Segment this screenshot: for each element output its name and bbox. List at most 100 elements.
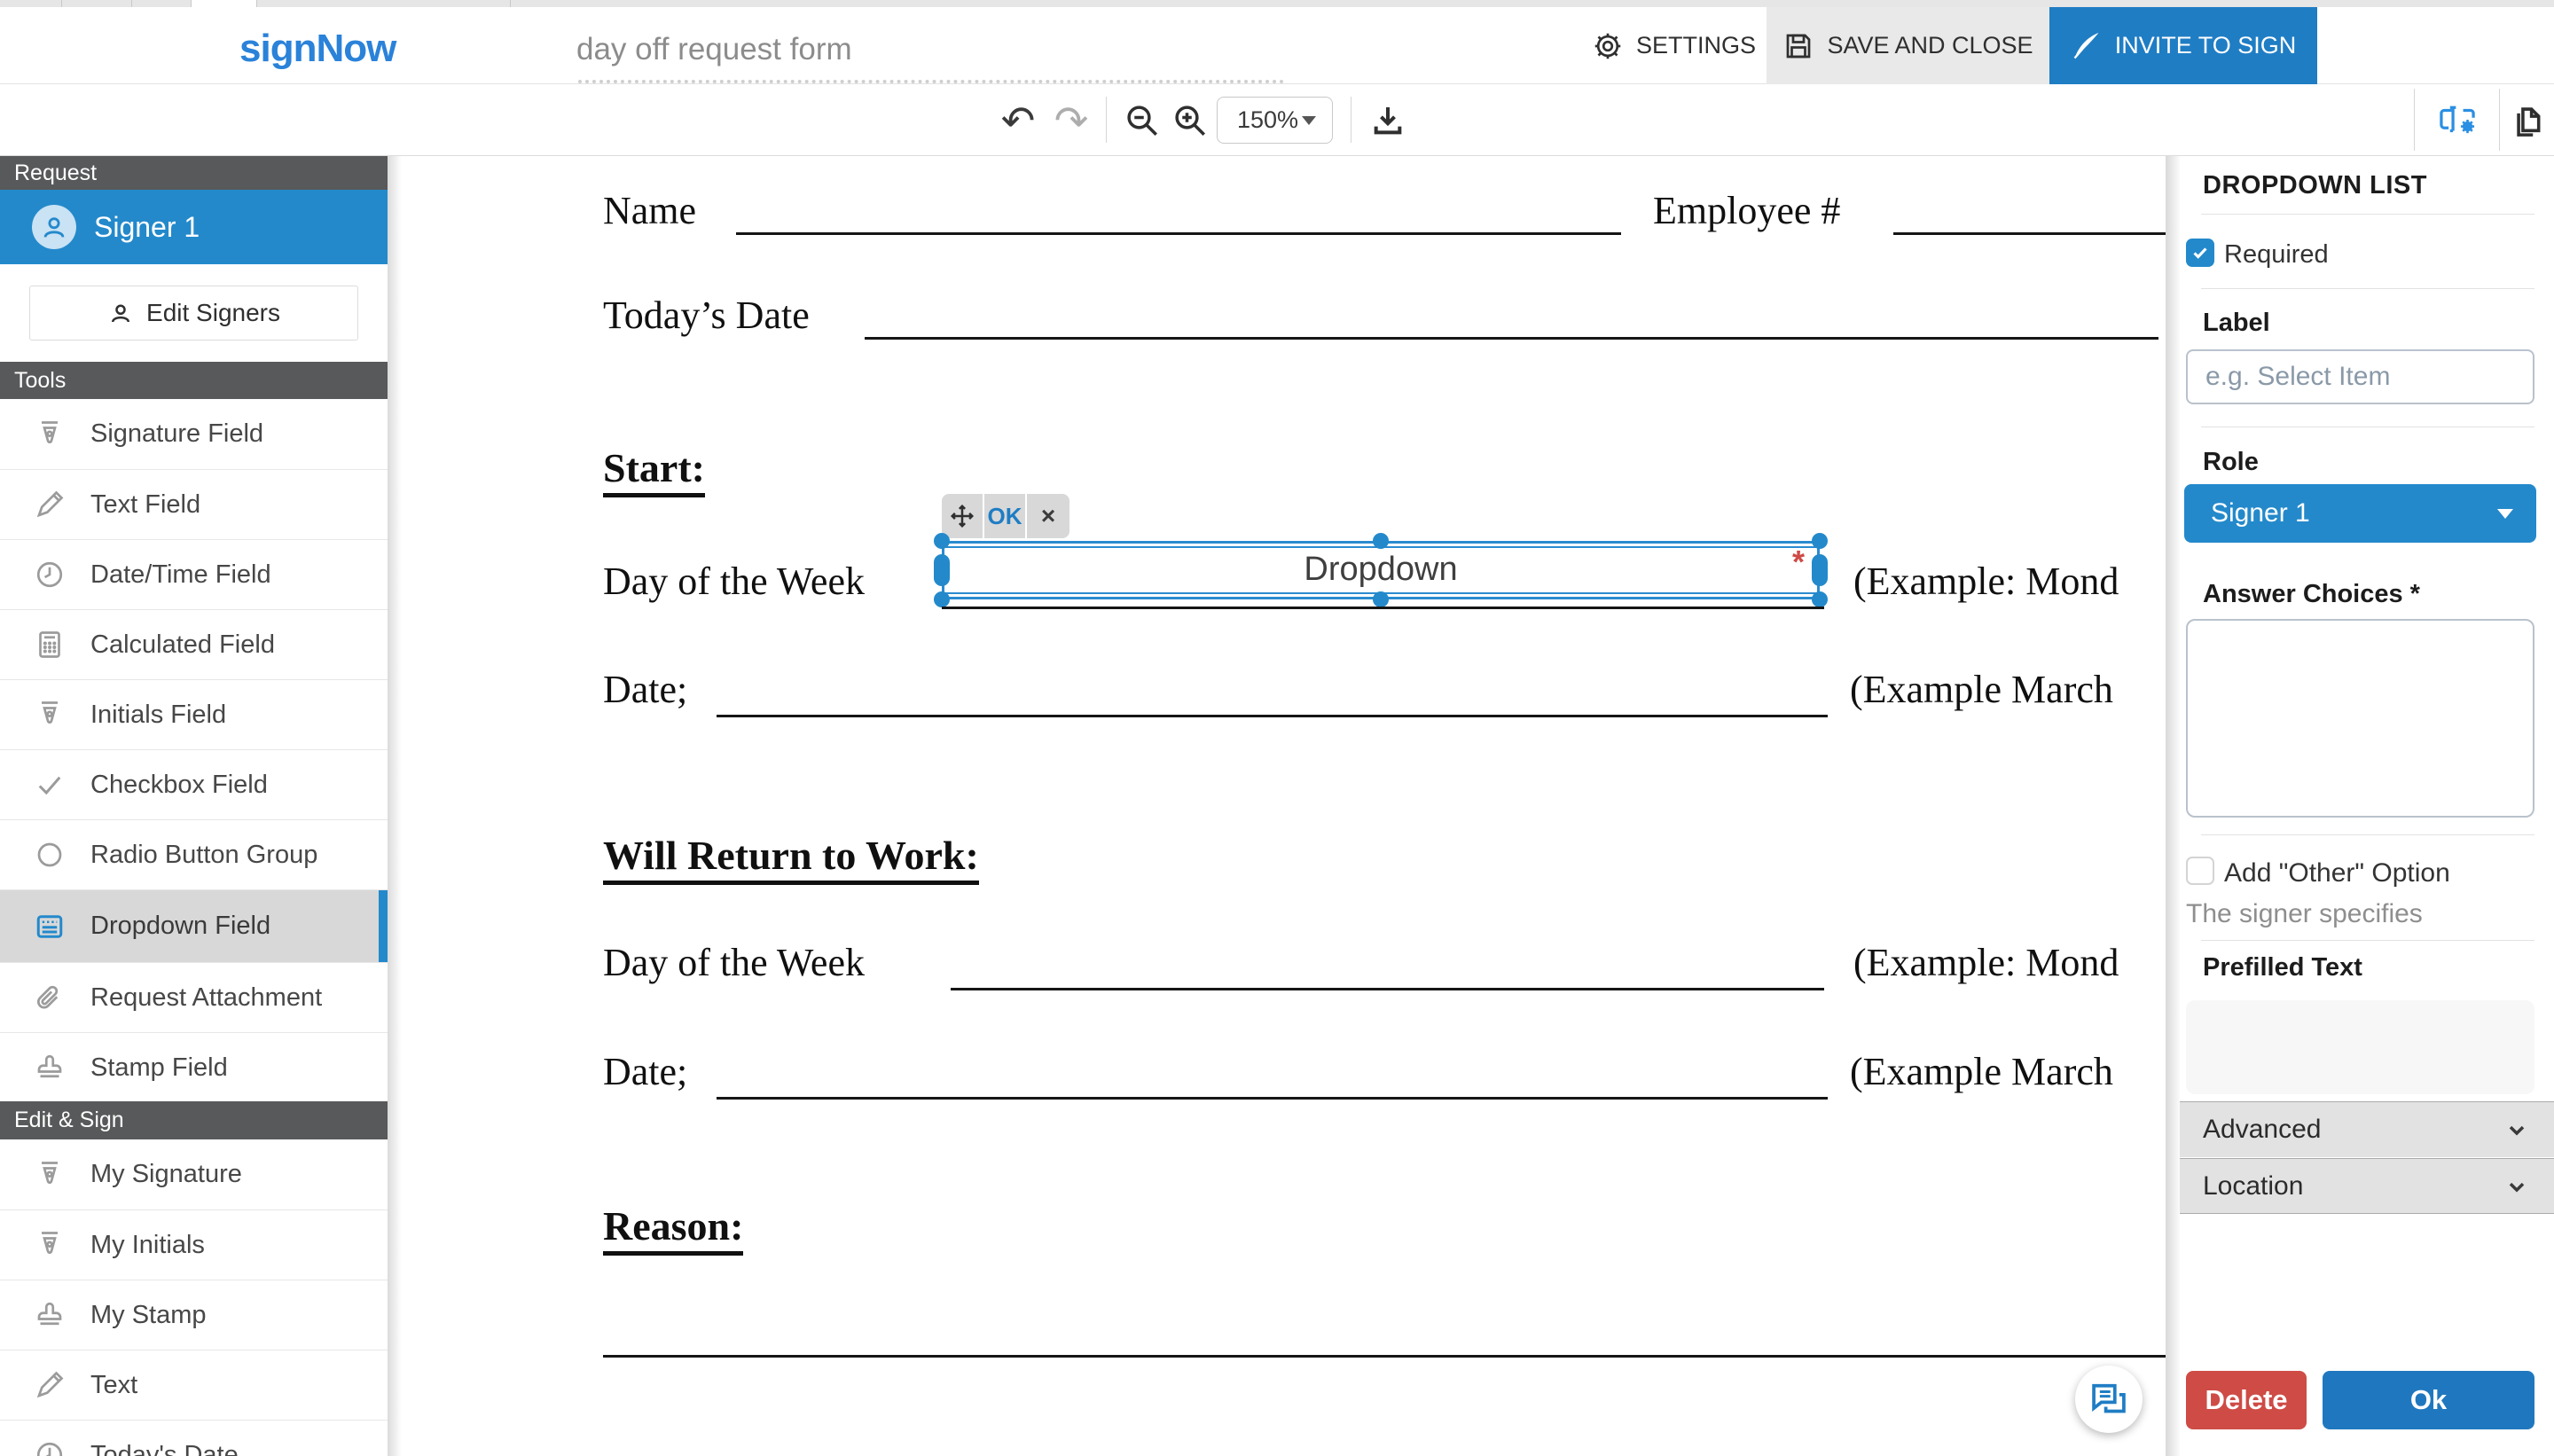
form-day-of-week-label-2: Day of the Week bbox=[603, 940, 865, 985]
resize-handle-e[interactable] bbox=[1812, 554, 1828, 586]
zoom-in-button[interactable] bbox=[1163, 84, 1217, 156]
sidebar-item-signer-1[interactable]: Signer 1 bbox=[0, 190, 388, 264]
field-ok-button[interactable]: OK bbox=[984, 494, 1027, 538]
sidebar-item-my-signature[interactable]: My Signature bbox=[0, 1139, 388, 1209]
floppy-disk-icon bbox=[1782, 30, 1814, 62]
pages-button[interactable] bbox=[2506, 84, 2554, 156]
document-title-underline bbox=[578, 80, 1284, 83]
add-other-label: Add "Other" Option bbox=[2224, 858, 2450, 888]
tool-label: My Initials bbox=[90, 1231, 205, 1260]
save-and-close-label: SAVE AND CLOSE bbox=[1827, 32, 2033, 59]
tool-label: Today's Date bbox=[90, 1441, 239, 1456]
sidebar-item-text-field[interactable]: Text Field bbox=[0, 469, 388, 539]
edit-signers-button[interactable]: Edit Signers bbox=[29, 286, 358, 341]
form-name-label: Name bbox=[603, 188, 696, 233]
form-day-of-week-label: Day of the Week bbox=[603, 559, 865, 604]
resize-handle-nw[interactable] bbox=[934, 533, 950, 549]
settings-label: SETTINGS bbox=[1636, 32, 1756, 59]
role-field-label: Role bbox=[2203, 448, 2259, 477]
clock-icon bbox=[34, 559, 66, 591]
advanced-label: Advanced bbox=[2203, 1115, 2321, 1145]
sidebar-item-stamp-field[interactable]: Stamp Field bbox=[0, 1032, 388, 1102]
pen-nib-icon bbox=[34, 1229, 66, 1261]
ok-button[interactable]: Ok bbox=[2323, 1371, 2534, 1429]
delete-button[interactable]: Delete bbox=[2186, 1371, 2307, 1429]
dropdown-list-icon bbox=[34, 911, 66, 943]
resize-handle-s[interactable] bbox=[1373, 591, 1389, 607]
location-label: Location bbox=[2203, 1171, 2303, 1202]
tool-label: Radio Button Group bbox=[90, 841, 317, 870]
redo-button[interactable]: ↷ bbox=[1045, 84, 1098, 156]
add-other-checkbox[interactable] bbox=[2186, 857, 2214, 885]
resize-handle-w[interactable] bbox=[934, 554, 950, 586]
advanced-section-toggle[interactable]: Advanced bbox=[2180, 1101, 2554, 1157]
sidebar-item-radio-button-group[interactable]: Radio Button Group bbox=[0, 819, 388, 889]
label-input[interactable] bbox=[2186, 349, 2534, 404]
form-reason-heading: Reason: bbox=[603, 1202, 743, 1256]
sidebar-item-text[interactable]: Text bbox=[0, 1350, 388, 1420]
tool-label: Request Attachment bbox=[90, 983, 322, 1013]
form-reason-line bbox=[603, 1355, 2166, 1358]
prefilled-text-label: Prefilled Text bbox=[2203, 953, 2362, 982]
form-day-of-week-line bbox=[942, 607, 1824, 609]
sidebar-item-calculated-field[interactable]: Calculated Field bbox=[0, 609, 388, 679]
sidebar-item-date-time-field[interactable]: Date/Time Field bbox=[0, 539, 388, 609]
panel-title: DROPDOWN LIST bbox=[2203, 171, 2427, 200]
document-canvas[interactable]: Name Employee # Today’s Date Start: OK ×… bbox=[388, 156, 2166, 1456]
label-field-label: Label bbox=[2203, 309, 2270, 338]
clock-icon bbox=[34, 1439, 66, 1456]
tool-label: Signature Field bbox=[90, 419, 263, 449]
zoom-out-button[interactable] bbox=[1116, 84, 1169, 156]
form-start-heading: Start: bbox=[603, 444, 705, 497]
form-day-of-week-line-2 bbox=[951, 988, 1824, 990]
sidebar-item-initials-field[interactable]: Initials Field bbox=[0, 679, 388, 749]
role-value: Signer 1 bbox=[2211, 498, 2310, 528]
sidebar-item-request-attachment[interactable]: Request Attachment bbox=[0, 962, 388, 1032]
resize-handle-ne[interactable] bbox=[1812, 533, 1828, 549]
save-and-close-button[interactable]: SAVE AND CLOSE bbox=[1767, 7, 2049, 84]
sidebar-item-my-initials[interactable]: My Initials bbox=[0, 1209, 388, 1280]
field-close-button[interactable]: × bbox=[1027, 494, 1069, 538]
zoom-out-icon bbox=[1124, 102, 1161, 139]
edit-signers-label: Edit Signers bbox=[146, 299, 280, 327]
field-settings-button[interactable] bbox=[2426, 84, 2488, 156]
gear-icon bbox=[1592, 30, 1624, 62]
download-button[interactable] bbox=[1360, 84, 1415, 156]
required-checkbox[interactable] bbox=[2186, 239, 2214, 267]
form-will-return-heading: Will Return to Work: bbox=[603, 832, 979, 885]
move-icon bbox=[949, 503, 975, 529]
settings-button[interactable]: SETTINGS bbox=[1592, 7, 1756, 84]
caret-down-icon bbox=[2497, 509, 2513, 519]
form-name-line bbox=[736, 232, 1621, 235]
document-title-input[interactable]: day off request form bbox=[576, 32, 852, 67]
invite-to-sign-button[interactable]: INVITE TO SIGN bbox=[2049, 7, 2317, 84]
tool-label: Calculated Field bbox=[90, 630, 275, 660]
resize-handle-sw[interactable] bbox=[934, 591, 950, 607]
sidebar-item-my-stamp[interactable]: My Stamp bbox=[0, 1280, 388, 1350]
tool-label: My Signature bbox=[90, 1160, 242, 1189]
sidebar-item-todays-date[interactable]: Today's Date bbox=[0, 1420, 388, 1456]
field-settings-icon bbox=[2437, 103, 2478, 138]
role-select[interactable]: Signer 1 bbox=[2184, 484, 2536, 543]
form-todays-date-label: Today’s Date bbox=[603, 293, 810, 338]
tool-label: Checkbox Field bbox=[90, 771, 268, 800]
chat-feedback-button[interactable] bbox=[2075, 1366, 2143, 1433]
zoom-level-select[interactable]: 150% bbox=[1217, 97, 1333, 144]
sidebar-item-signature-field[interactable]: Signature Field bbox=[0, 399, 388, 469]
prefilled-text-input[interactable] bbox=[2186, 1000, 2534, 1094]
resize-handle-se[interactable] bbox=[1812, 591, 1828, 607]
tool-label: Text bbox=[90, 1371, 137, 1400]
calculator-icon bbox=[34, 629, 66, 661]
tool-label: Initials Field bbox=[90, 701, 226, 730]
caret-down-icon bbox=[1302, 116, 1316, 125]
answer-choices-textarea[interactable] bbox=[2186, 619, 2534, 818]
person-icon bbox=[39, 212, 69, 242]
undo-button[interactable]: ↶ bbox=[991, 84, 1045, 156]
left-sidebar: Request Signer 1 Edit Signers Tools Sign… bbox=[0, 156, 388, 1456]
resize-handle-n[interactable] bbox=[1373, 533, 1389, 549]
radio-circle-icon bbox=[34, 839, 66, 871]
location-section-toggle[interactable]: Location bbox=[2180, 1158, 2554, 1214]
sidebar-item-dropdown-field[interactable]: Dropdown Field bbox=[0, 889, 388, 962]
field-move-handle[interactable] bbox=[942, 494, 984, 538]
sidebar-item-checkbox-field[interactable]: Checkbox Field bbox=[0, 749, 388, 819]
